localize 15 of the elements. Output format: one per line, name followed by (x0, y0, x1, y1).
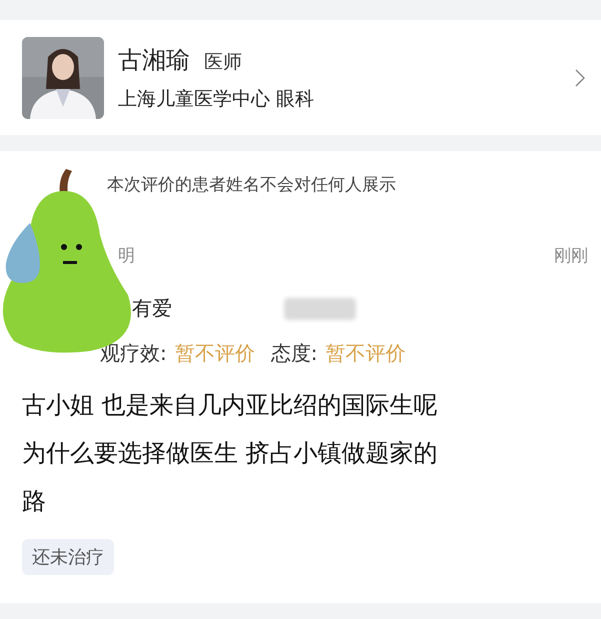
hospital-department: 上海儿童医学中心 眼科 (118, 86, 316, 112)
reviewer-name: 有爱 (132, 295, 172, 322)
treatment-tag: 还未治疗 (22, 539, 114, 575)
blurred-redaction (284, 298, 356, 320)
privacy-notice: 本次评价的患者姓名不会对任何人展示 (107, 174, 396, 196)
review-comment: 古小姐 也是来自几内亚比绍的国际生呢 为什么要选择做医生 挤占小镇做题家的 路 (22, 390, 438, 517)
reviewer-name: 明 (118, 245, 135, 267)
rating-label: 态度: (270, 340, 318, 367)
rating-label: 观疗效: (100, 340, 167, 367)
doctor-title: 医师 (204, 50, 242, 74)
rating-value: 暂不评价 (174, 340, 255, 367)
rating-value: 暂不评价 (326, 340, 406, 367)
chevron-right-icon[interactable] (575, 68, 585, 86)
doctor-name: 古湘瑜 (118, 44, 190, 76)
review-time: 刚刚 (554, 245, 588, 267)
